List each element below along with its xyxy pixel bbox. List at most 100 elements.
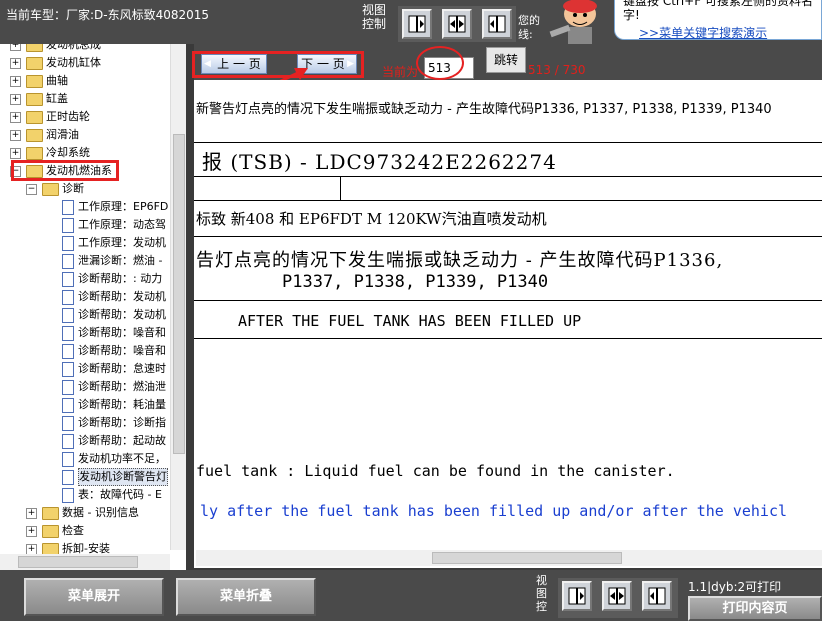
tree-item-label: 诊断帮助：发动机 bbox=[78, 290, 166, 303]
tree-folder-item[interactable]: + 发动机总成 bbox=[0, 44, 170, 54]
tree-doc-item[interactable]: 工作原理：EP6FD bbox=[0, 198, 170, 216]
tree-doc-item[interactable]: 诊断帮助：诊断指 bbox=[0, 414, 170, 432]
expand-icon[interactable]: + bbox=[10, 130, 21, 141]
tree-doc-item[interactable]: 工作原理：发动机 bbox=[0, 234, 170, 252]
expand-icon[interactable]: + bbox=[10, 112, 21, 123]
doc-horizontal-scrollbar[interactable] bbox=[196, 550, 822, 566]
document-icon bbox=[62, 380, 74, 395]
doc-rule bbox=[194, 200, 822, 201]
tree-item-label: 曲轴 bbox=[46, 74, 68, 87]
document-icon bbox=[62, 290, 74, 305]
view-left-icon bbox=[408, 15, 426, 33]
tree-item-label: 发动机功率不足， bbox=[78, 452, 166, 465]
tree-doc-item[interactable]: 表：故障代码 - E bbox=[0, 486, 170, 504]
tree-folder-item[interactable]: + 润滑油 bbox=[0, 126, 170, 144]
tree-doc-item[interactable]: 工作原理：动态驾 bbox=[0, 216, 170, 234]
folder-icon bbox=[26, 57, 43, 70]
bottom-view-left-button[interactable] bbox=[562, 581, 592, 611]
tree-horizontal-scrollbar[interactable] bbox=[0, 554, 170, 570]
tree-item-label: 表：故障代码 - E bbox=[78, 488, 162, 501]
folder-icon bbox=[26, 111, 43, 124]
tree-doc-item[interactable]: 诊断帮助：噪音和 bbox=[0, 324, 170, 342]
search-hint-box: 键盘按 Ctrl+F 可搜索左侧的资料名字! >>菜单关键字搜索演示 bbox=[614, 0, 822, 40]
doc-heading-line1: 告灯点亮的情况下发生喘振或缺乏动力 - 产生故障代码P1336, bbox=[196, 250, 724, 271]
tree-item-label: 工作原理：动态驾 bbox=[78, 218, 166, 231]
tree-doc-item[interactable]: 诊断帮助：耗油量 bbox=[0, 396, 170, 414]
document-icon bbox=[62, 416, 74, 431]
expand-icon[interactable]: + bbox=[26, 526, 37, 537]
expand-icon[interactable]: + bbox=[10, 76, 21, 87]
view-hint-text: 您的 线: bbox=[518, 14, 540, 41]
view-left-button[interactable] bbox=[402, 9, 432, 39]
doc-hscroll-thumb[interactable] bbox=[432, 552, 622, 564]
expand-icon[interactable]: + bbox=[10, 44, 21, 51]
tree-folder-item[interactable]: + 缸盖 bbox=[0, 90, 170, 108]
tree-folder-item[interactable]: + 发动机缸体 bbox=[0, 54, 170, 72]
current-page-label: 当前为 bbox=[382, 65, 419, 79]
tree-folder-item[interactable]: + 数据 - 识别信息 bbox=[0, 504, 170, 522]
tree-doc-item[interactable]: 诊断帮助：起动故 bbox=[0, 432, 170, 450]
doc-rule bbox=[194, 176, 822, 177]
doc-heading-line2: P1337, P1338, P1339, P1340 bbox=[282, 272, 549, 292]
document-icon bbox=[62, 362, 74, 377]
expand-icon[interactable]: + bbox=[10, 94, 21, 105]
document-icon bbox=[62, 200, 74, 215]
tree-doc-item[interactable]: 诊断帮助：噪音和 bbox=[0, 342, 170, 360]
document-icon bbox=[62, 452, 74, 467]
bottom-view-right-button[interactable] bbox=[642, 581, 672, 611]
jump-button[interactable]: 跳转 bbox=[486, 47, 526, 73]
collapse-icon[interactable]: − bbox=[26, 184, 37, 195]
tree-doc-item[interactable]: 诊断帮助：: 动力 bbox=[0, 270, 170, 288]
page-count: 513 / 730 bbox=[528, 63, 586, 77]
doc-condition-line: AFTER THE FUEL TANK HAS BEEN FILLED UP bbox=[238, 312, 582, 330]
bottom-view-split-button[interactable] bbox=[602, 581, 632, 611]
tree-item-label: 发动机总成 bbox=[46, 44, 101, 51]
document-icon bbox=[62, 470, 74, 485]
view-right-button[interactable] bbox=[482, 9, 512, 39]
print-status-text: 1.1|dyb:2可打印 bbox=[688, 580, 782, 594]
tree-doc-item[interactable]: 诊断帮助：怠速时 bbox=[0, 360, 170, 378]
view-control-group bbox=[398, 6, 516, 42]
tree-hscroll-thumb[interactable] bbox=[18, 556, 138, 568]
tree-folder-item[interactable]: + 检查 bbox=[0, 522, 170, 540]
document-icon bbox=[62, 398, 74, 413]
tree-doc-item[interactable]: 发动机功率不足， bbox=[0, 450, 170, 468]
expand-icon[interactable]: + bbox=[10, 58, 21, 69]
tree-highlight-box bbox=[11, 160, 119, 181]
tree-folder-item[interactable]: + 曲轴 bbox=[0, 72, 170, 90]
tree-folder-item[interactable]: + 正时齿轮 bbox=[0, 108, 170, 126]
view-split-button[interactable] bbox=[442, 9, 472, 39]
document-icon bbox=[62, 308, 74, 323]
folder-icon bbox=[42, 525, 59, 538]
expand-icon[interactable]: + bbox=[10, 148, 21, 159]
document-icon bbox=[62, 488, 74, 503]
menu-collapse-button[interactable]: 菜单折叠 bbox=[176, 578, 316, 616]
tree-doc-item[interactable]: 诊断帮助：发动机 bbox=[0, 288, 170, 306]
print-page-button[interactable]: 打印内容页 bbox=[688, 596, 822, 621]
tree-doc-item[interactable]: 诊断帮助：燃油泄 bbox=[0, 378, 170, 396]
tree-item-label: 诊断 bbox=[62, 182, 84, 195]
search-demo-link[interactable]: >>菜单关键字搜索演示 bbox=[639, 24, 767, 41]
document-icon bbox=[62, 254, 74, 269]
folder-icon bbox=[42, 183, 59, 196]
tree-item-label: 泄漏诊断：燃油 - bbox=[78, 254, 163, 267]
tree-doc-item[interactable]: 发动机诊断警告灯 bbox=[0, 468, 170, 486]
tree-folder-item[interactable]: − 诊断 bbox=[0, 180, 170, 198]
tree-item-label: 诊断帮助：怠速时 bbox=[78, 362, 166, 375]
tree-item-label: 润滑油 bbox=[46, 128, 79, 141]
tree-item-label: 诊断帮助：噪音和 bbox=[78, 344, 166, 357]
car-model-info: 当前车型：厂家:D-东风标致4082015 bbox=[6, 8, 210, 22]
tree-item-label: 工作原理：EP6FD bbox=[78, 200, 169, 213]
tree-doc-item[interactable]: 诊断帮助：发动机 bbox=[0, 306, 170, 324]
tree-doc-item[interactable]: 泄漏诊断：燃油 - bbox=[0, 252, 170, 270]
menu-expand-button[interactable]: 菜单展开 bbox=[24, 578, 164, 616]
tree-scroll-thumb[interactable] bbox=[173, 134, 185, 454]
tree-item-label: 诊断帮助：诊断指 bbox=[78, 416, 166, 429]
expand-icon[interactable]: + bbox=[26, 508, 37, 519]
document-icon bbox=[62, 218, 74, 233]
tree-vertical-scrollbar[interactable] bbox=[170, 44, 186, 550]
document-icon bbox=[62, 326, 74, 341]
doc-rule bbox=[194, 236, 822, 237]
doc-rule bbox=[194, 300, 822, 301]
tree-item-label: 缸盖 bbox=[46, 92, 68, 105]
